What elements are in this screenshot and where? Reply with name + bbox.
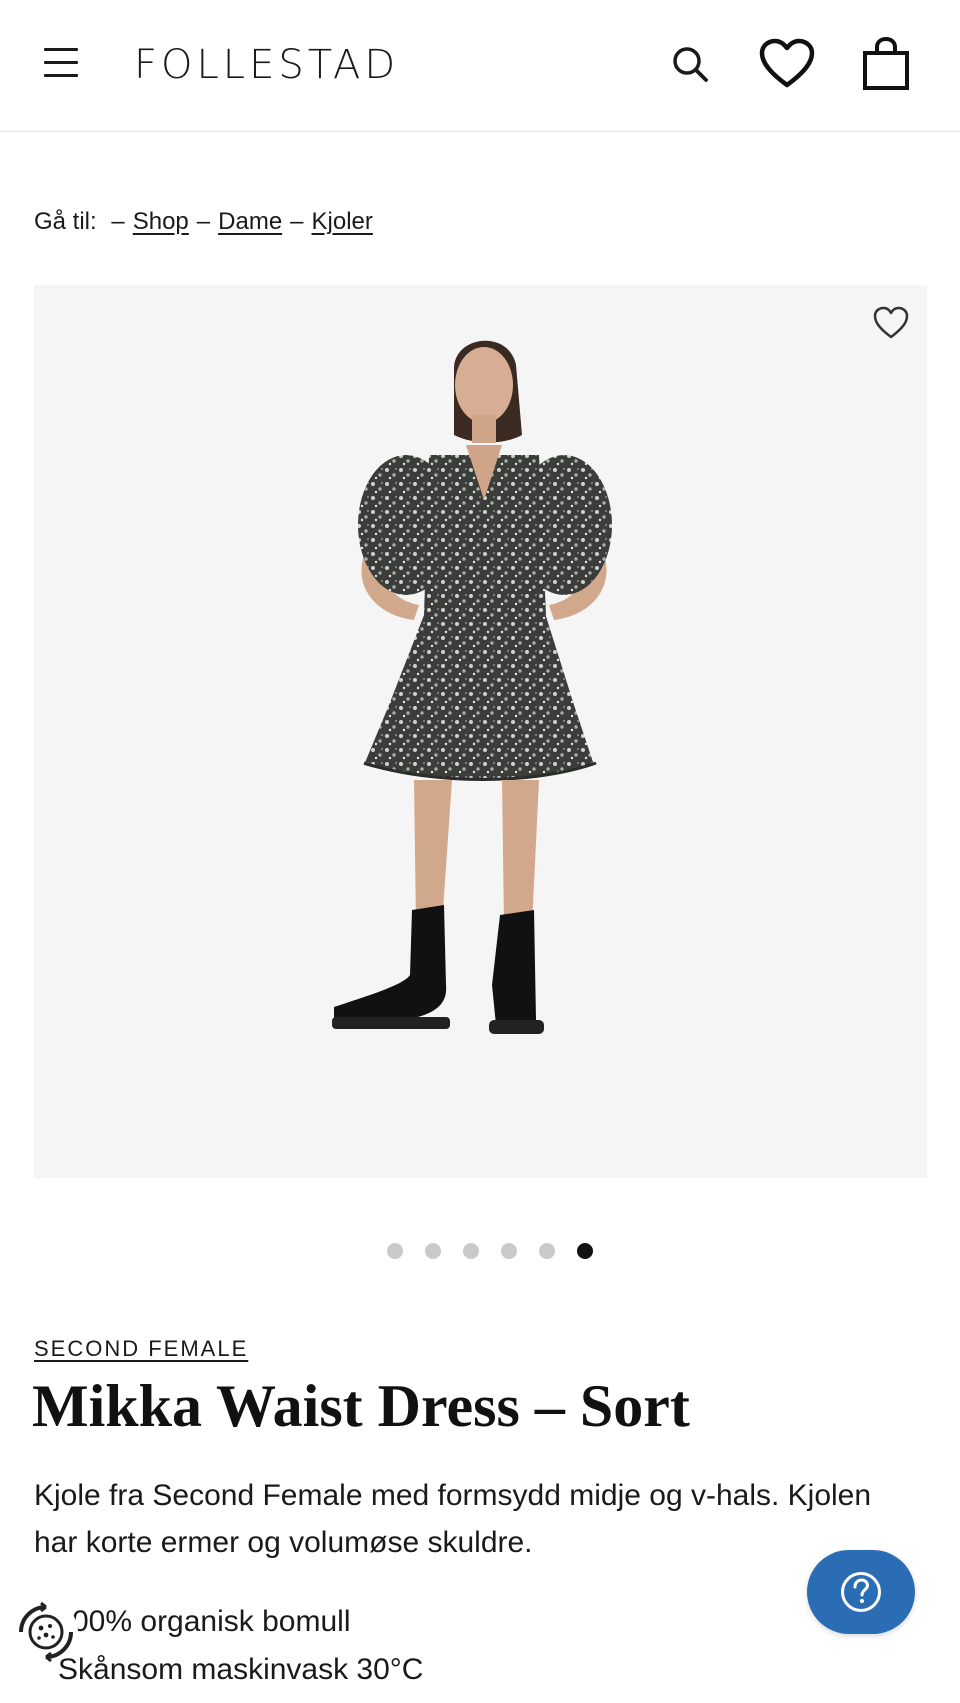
product-image-gallery[interactable] xyxy=(34,285,927,1178)
breadcrumb-separator: – xyxy=(111,208,125,235)
gallery-dot[interactable] xyxy=(387,1243,403,1259)
gallery-dot-active[interactable] xyxy=(577,1243,593,1259)
gallery-dot[interactable] xyxy=(539,1243,555,1259)
breadcrumb: Gå til: – Shop – Dame – Kjoler xyxy=(34,204,373,240)
question-mark-icon xyxy=(841,1572,881,1612)
breadcrumb-link-shop[interactable]: Shop xyxy=(133,208,189,235)
breadcrumb-separator: – xyxy=(196,208,211,235)
breadcrumb-link-dame[interactable]: Dame xyxy=(218,208,282,235)
heart-icon xyxy=(759,38,815,88)
product-feature-item: Skånsom maskinvask 30°C xyxy=(58,1653,424,1686)
menu-button[interactable] xyxy=(40,44,80,80)
site-logo[interactable]: FOLLESTAD xyxy=(134,40,399,90)
help-chat-button[interactable] xyxy=(807,1550,915,1634)
breadcrumb-separator: – xyxy=(290,208,304,235)
cookie-settings-button[interactable] xyxy=(14,1600,78,1664)
search-button[interactable] xyxy=(662,36,718,92)
gallery-dot[interactable] xyxy=(463,1243,479,1259)
menu-line xyxy=(44,74,78,77)
heart-outline-icon xyxy=(873,306,909,339)
product-photo xyxy=(332,340,612,1034)
menu-line xyxy=(44,61,78,64)
cookie-settings-icon xyxy=(19,1601,73,1663)
product-title: Mikka Waist Dress – Sort xyxy=(32,1373,690,1439)
product-feature-item: 00% organisk bomull xyxy=(72,1605,351,1638)
cart-button[interactable] xyxy=(858,36,914,92)
search-icon xyxy=(673,47,708,82)
breadcrumb-link-kjoler[interactable]: Kjoler xyxy=(312,208,373,235)
shopping-bag-icon xyxy=(863,37,909,90)
product-brand-link[interactable]: SECOND FEMALE xyxy=(34,1336,248,1362)
site-header: FOLLESTAD xyxy=(0,0,960,132)
product-description: Kjole fra Second Female med formsydd mid… xyxy=(34,1479,872,1559)
breadcrumb-prefix: Gå til: xyxy=(34,208,97,235)
wishlist-button[interactable] xyxy=(759,36,815,92)
add-to-favorites-button[interactable] xyxy=(869,301,913,345)
menu-line xyxy=(44,48,78,51)
gallery-dot[interactable] xyxy=(425,1243,441,1259)
gallery-dot[interactable] xyxy=(501,1243,517,1259)
gallery-pagination xyxy=(0,1243,960,1263)
